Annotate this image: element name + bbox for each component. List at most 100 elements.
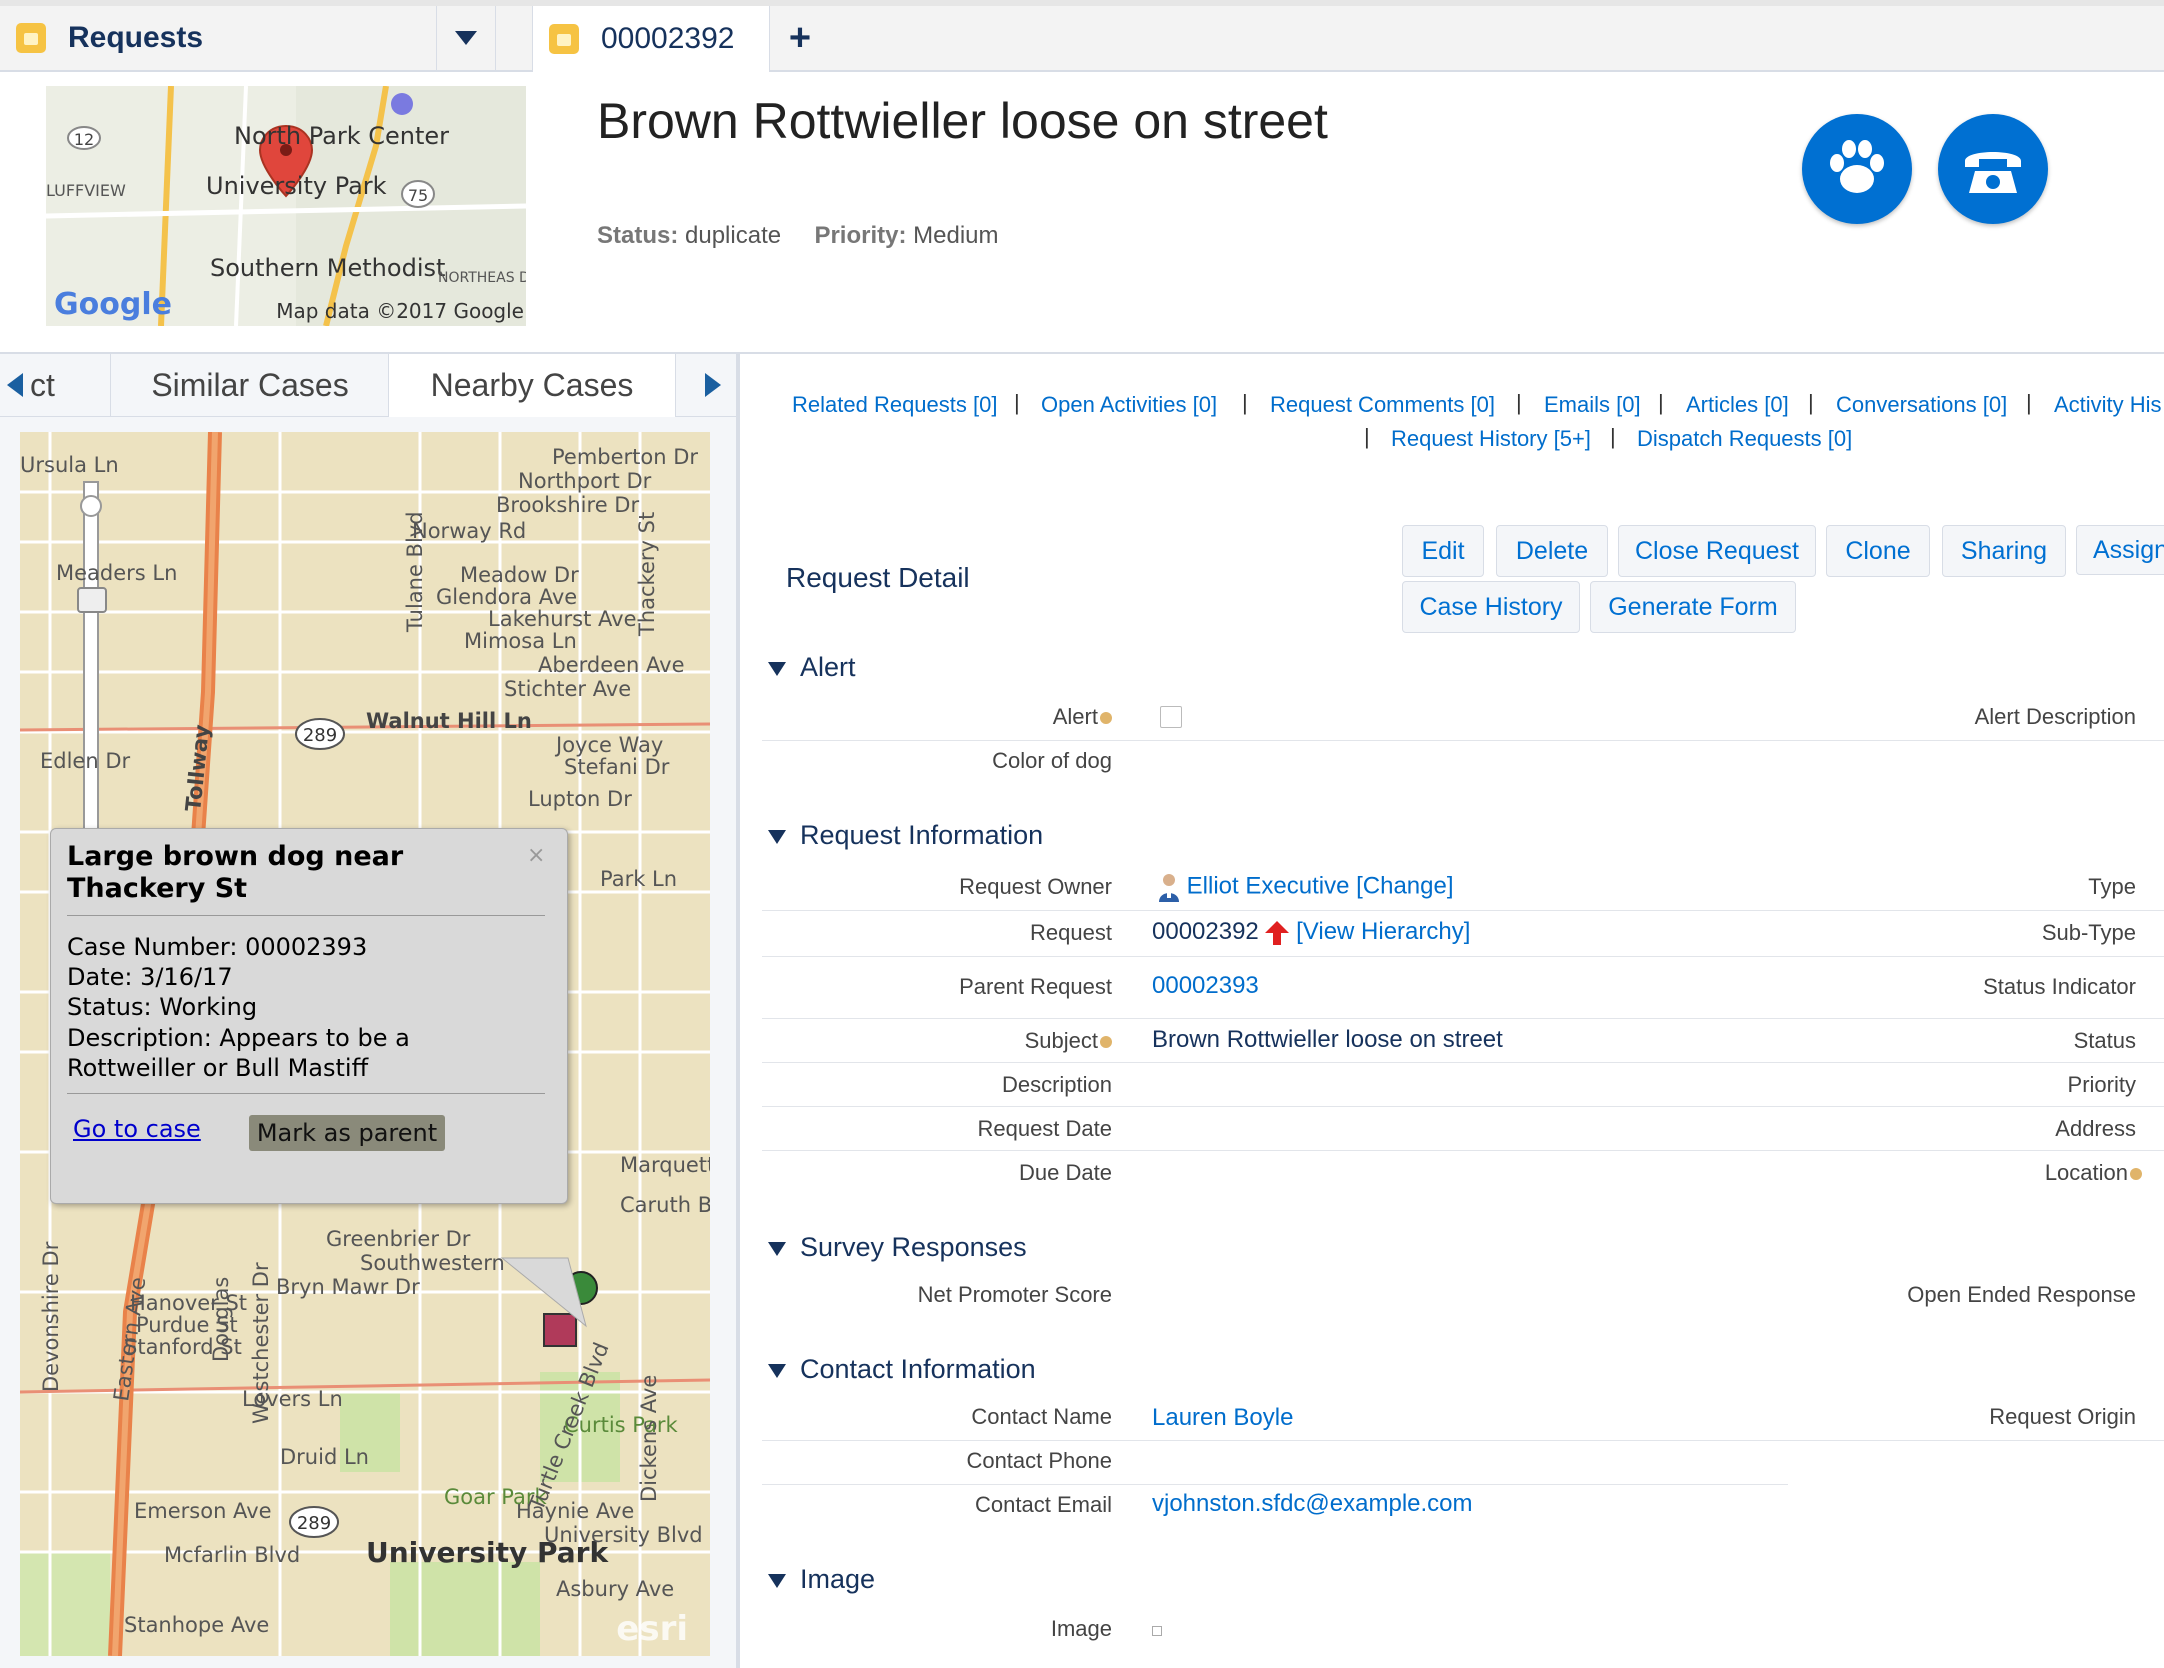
request-owner-link[interactable]: Elliot Executive [1187,872,1350,899]
tabs-scroll-right-button[interactable] [690,354,736,416]
tabs-scroll-left-button[interactable] [0,354,30,416]
change-owner-link[interactable]: [Change] [1356,872,1453,899]
case-marker-current[interactable] [543,1313,577,1347]
row-divider [762,1150,2164,1151]
panel-divider [736,354,740,1668]
plus-icon: + [788,16,812,59]
route-12-label: 12 [74,130,94,149]
animal-control-button[interactable] [1802,114,1912,224]
link-request-comments[interactable]: Request Comments [0] [1270,392,1495,418]
link-activity-history[interactable]: Activity His [2054,392,2162,418]
briefcase-icon [549,24,579,54]
popup-close-button[interactable]: × [527,843,545,868]
go-to-case-link[interactable]: Go to case [73,1115,201,1143]
add-tab-button[interactable]: + [770,6,830,70]
row-divider [762,740,2164,741]
street-label: Lupton Dr [528,787,632,811]
link-request-history[interactable]: Request History [5+] [1391,426,1591,452]
request-detail-heading: Request Detail [786,562,970,593]
status-label: Status: [597,222,679,249]
link-articles[interactable]: Articles [0] [1686,392,1789,418]
view-hierarchy-link[interactable]: [View Hierarchy] [1296,918,1470,945]
assign-button[interactable]: Assign [2076,525,2164,575]
field-label-request: Request [1030,920,1112,945]
row-divider [762,1062,2164,1063]
route-289-label: 289 [303,725,337,746]
tab-bar: Requests 00002392 + [0,0,2164,72]
clone-button[interactable]: Clone [1826,525,1930,577]
street-label: University Blvd [544,1523,703,1547]
contact-email-link[interactable]: vjohnston.sfdc@example.com [1152,1490,1473,1518]
link-open-activities[interactable]: Open Activities [0] [1041,392,1217,418]
minimap-label-university-park: University Park [206,172,387,200]
street-label: Stanhope Ave [124,1613,269,1637]
generate-form-button[interactable]: Generate Form [1590,581,1796,633]
header-minimap[interactable]: 12 75 North Park Center University Park … [46,86,526,326]
tab-nearby-cases[interactable]: Nearby Cases [388,354,676,417]
section-alert-title: Alert [800,652,856,682]
street-label: Devonshire Dr [39,1241,63,1392]
section-alert[interactable]: Alert [768,652,856,683]
map-attribution: Map data ©2017 Google [276,299,524,323]
street-label: Emerson Ave [134,1499,272,1523]
section-request-information-title: Request Information [800,820,1044,850]
section-request-information[interactable]: Request Information [768,820,1043,851]
field-label-alert: Alert [1053,704,1112,730]
street-label: Thackery St [635,512,659,637]
link-emails[interactable]: Emails [0] [1544,392,1641,418]
street-label: Southwestern [360,1251,505,1275]
help-icon [1100,1036,1112,1049]
field-value-request: 00002392 [View Hierarchy] [1152,918,1470,946]
link-related-requests[interactable]: Related Requests [0] [792,392,997,418]
minimap-svg: 12 75 North Park Center University Park … [46,86,526,326]
street-label: Pemberton Dr [552,445,698,469]
tab-dropdown-button[interactable] [436,6,496,70]
link-dispatch-requests[interactable]: Dispatch Requests [0] [1637,426,1852,452]
link-conversations[interactable]: Conversations [0] [1836,392,2007,418]
mark-as-parent-button[interactable]: Mark as parent [249,1115,445,1151]
field-label-status: Status [2073,1028,2136,1053]
section-contact-information[interactable]: Contact Information [768,1354,1036,1385]
field-label-location-text: Location [2044,1160,2128,1185]
left-panel-tabs: ct Similar Cases Nearby Cases [0,354,736,417]
collapse-triangle-icon [768,1363,786,1378]
street-label: Douglas [209,1277,233,1362]
tab-ct[interactable]: ct [30,354,110,416]
case-history-button[interactable]: Case History [1402,581,1580,633]
page-title: Brown Rottwieller loose on street [597,93,1328,149]
priority-value: Medium [913,222,999,249]
alert-checkbox[interactable] [1160,706,1182,728]
row-divider [762,1106,2164,1107]
phone-icon [1965,152,2021,193]
street-label: Stichter Ave [504,677,631,701]
contact-name-link[interactable]: Lauren Boyle [1152,1404,1293,1432]
link-separator: | [1516,390,1522,415]
parent-request-link[interactable]: 00002393 [1152,972,1259,1000]
close-request-button[interactable]: Close Request [1618,525,1816,577]
street-label: Brookshire Dr [496,493,639,517]
delete-button[interactable]: Delete [1496,525,1608,577]
tab-requests[interactable]: Requests [0,6,436,70]
tab-case-00002392[interactable]: 00002392 [532,6,770,72]
field-label-image: Image [1050,1616,1112,1641]
section-survey-responses[interactable]: Survey Responses [768,1232,1027,1263]
field-label-priority: Priority [2067,1072,2136,1097]
field-value-subject: Brown Rottwieller loose on street [1152,1026,1503,1053]
field-label-alert-text: Alert [1052,704,1098,729]
sharing-button[interactable]: Sharing [1942,525,2066,577]
request-number: 00002392 [1152,918,1259,945]
street-label: Dickens Ave [637,1375,661,1502]
minimap-label-luffview: LUFFVIEW [46,181,126,200]
street-label: Stefani Dr [564,755,670,779]
status-value: duplicate [685,222,782,249]
tab-similar-cases-label: Similar Cases [151,366,349,403]
call-button[interactable] [1938,114,2048,224]
field-label-subject: Subject [1025,1028,1112,1054]
minimap-label-northeast-dallas: NORTHEAS DALLAS [438,270,526,286]
section-image[interactable]: Image [768,1564,875,1595]
street-label: Druid Ln [280,1445,369,1469]
tab-similar-cases[interactable]: Similar Cases [110,354,389,416]
popup-divider [67,1093,545,1094]
edit-button[interactable]: Edit [1402,525,1484,577]
field-label-alert-description: Alert Description [1974,704,2136,729]
